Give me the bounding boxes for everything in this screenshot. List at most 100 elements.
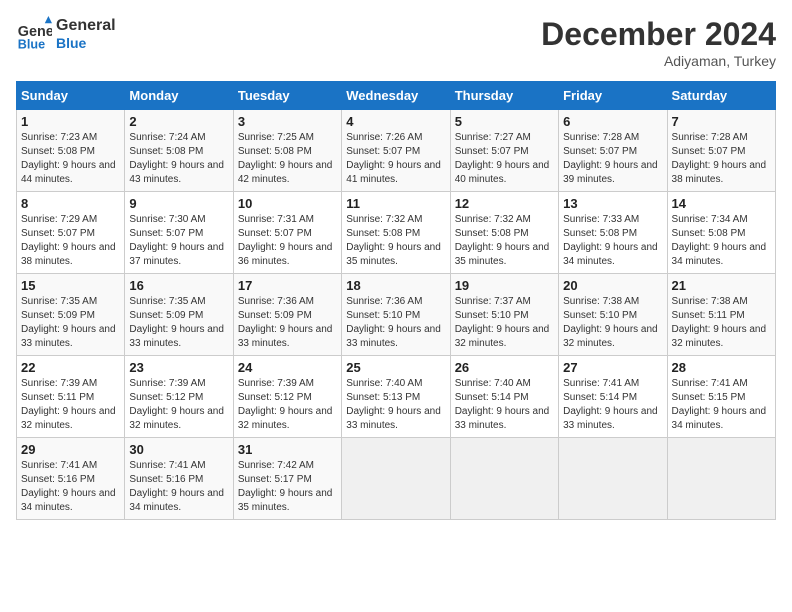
day-number: 7: [672, 114, 771, 129]
calendar-cell: 1 Sunrise: 7:23 AM Sunset: 5:08 PM Daylig…: [17, 110, 125, 192]
day-number: 25: [346, 360, 445, 375]
day-info: Sunrise: 7:37 AM Sunset: 5:10 PM Dayligh…: [455, 295, 554, 351]
weekday-header-thursday: Thursday: [450, 82, 558, 110]
calendar-cell: 30Sunrise: 7:41 AM Sunset: 5:16 PM Dayli…: [125, 438, 233, 520]
weekday-header-saturday: Saturday: [667, 82, 775, 110]
day-number: 20: [563, 278, 662, 293]
calendar-cell: [450, 438, 558, 520]
calendar-week-1: 1 Sunrise: 7:23 AM Sunset: 5:08 PM Daylig…: [17, 110, 776, 192]
calendar-cell: 13 Sunrise: 7:33 AM Sunset: 5:08 PM Dayli…: [559, 192, 667, 274]
calendar-cell: [667, 438, 775, 520]
day-number: 1: [21, 114, 120, 129]
calendar-cell: 31Sunrise: 7:42 AM Sunset: 5:17 PM Dayli…: [233, 438, 341, 520]
day-info: Sunrise: 7:42 AM Sunset: 5:17 PM Dayligh…: [238, 459, 337, 515]
calendar-cell: 17 Sunrise: 7:36 AM Sunset: 5:09 PM Dayli…: [233, 274, 341, 356]
calendar-week-4: 22Sunrise: 7:39 AM Sunset: 5:11 PM Dayli…: [17, 356, 776, 438]
day-info: Sunrise: 7:36 AM Sunset: 5:10 PM Dayligh…: [346, 295, 445, 351]
day-number: 27: [563, 360, 662, 375]
month-title: December 2024: [541, 16, 776, 53]
calendar-cell: 2 Sunrise: 7:24 AM Sunset: 5:08 PM Daylig…: [125, 110, 233, 192]
day-number: 10: [238, 196, 337, 211]
page-header: General Blue General Blue December 2024 …: [16, 16, 776, 69]
logo-icon: General Blue: [16, 16, 52, 52]
calendar-body: 1 Sunrise: 7:23 AM Sunset: 5:08 PM Daylig…: [17, 110, 776, 520]
calendar-table: SundayMondayTuesdayWednesdayThursdayFrid…: [16, 81, 776, 520]
day-info: Sunrise: 7:32 AM Sunset: 5:08 PM Dayligh…: [346, 213, 445, 269]
calendar-cell: 14 Sunrise: 7:34 AM Sunset: 5:08 PM Dayli…: [667, 192, 775, 274]
day-info: Sunrise: 7:27 AM Sunset: 5:07 PM Dayligh…: [455, 131, 554, 187]
day-info: Sunrise: 7:24 AM Sunset: 5:08 PM Dayligh…: [129, 131, 228, 187]
day-number: 21: [672, 278, 771, 293]
day-info: Sunrise: 7:25 AM Sunset: 5:08 PM Dayligh…: [238, 131, 337, 187]
calendar-cell: 15 Sunrise: 7:35 AM Sunset: 5:09 PM Dayli…: [17, 274, 125, 356]
day-info: Sunrise: 7:36 AM Sunset: 5:09 PM Dayligh…: [238, 295, 337, 351]
day-number: 14: [672, 196, 771, 211]
day-info: Sunrise: 7:35 AM Sunset: 5:09 PM Dayligh…: [21, 295, 120, 351]
calendar-header: SundayMondayTuesdayWednesdayThursdayFrid…: [17, 82, 776, 110]
svg-text:Blue: Blue: [18, 37, 45, 51]
day-info: Sunrise: 7:35 AM Sunset: 5:09 PM Dayligh…: [129, 295, 228, 351]
calendar-cell: 3 Sunrise: 7:25 AM Sunset: 5:08 PM Daylig…: [233, 110, 341, 192]
weekday-header-wednesday: Wednesday: [342, 82, 450, 110]
calendar-cell: 11 Sunrise: 7:32 AM Sunset: 5:08 PM Dayli…: [342, 192, 450, 274]
day-number: 24: [238, 360, 337, 375]
day-number: 8: [21, 196, 120, 211]
day-info: Sunrise: 7:33 AM Sunset: 5:08 PM Dayligh…: [563, 213, 662, 269]
calendar-week-3: 15 Sunrise: 7:35 AM Sunset: 5:09 PM Dayli…: [17, 274, 776, 356]
day-info: Sunrise: 7:34 AM Sunset: 5:08 PM Dayligh…: [672, 213, 771, 269]
weekday-header-monday: Monday: [125, 82, 233, 110]
calendar-cell: 29 Sunrise: 7:41 AM Sunset: 5:16 PM Dayli…: [17, 438, 125, 520]
day-number: 28: [672, 360, 771, 375]
calendar-cell: 10 Sunrise: 7:31 AM Sunset: 5:07 PM Dayli…: [233, 192, 341, 274]
day-info: Sunrise: 7:40 AM Sunset: 5:13 PM Dayligh…: [346, 377, 445, 433]
day-info: Sunrise: 7:30 AM Sunset: 5:07 PM Dayligh…: [129, 213, 228, 269]
calendar-cell: 20Sunrise: 7:38 AM Sunset: 5:10 PM Dayli…: [559, 274, 667, 356]
calendar-cell: 12Sunrise: 7:32 AM Sunset: 5:08 PM Dayli…: [450, 192, 558, 274]
day-number: 5: [455, 114, 554, 129]
day-info: Sunrise: 7:28 AM Sunset: 5:07 PM Dayligh…: [672, 131, 771, 187]
day-number: 2: [129, 114, 228, 129]
day-number: 6: [563, 114, 662, 129]
day-info: Sunrise: 7:41 AM Sunset: 5:15 PM Dayligh…: [672, 377, 771, 433]
day-info: Sunrise: 7:26 AM Sunset: 5:07 PM Dayligh…: [346, 131, 445, 187]
day-number: 15: [21, 278, 120, 293]
calendar-cell: 24 Sunrise: 7:39 AM Sunset: 5:12 PM Dayli…: [233, 356, 341, 438]
day-number: 9: [129, 196, 228, 211]
logo-text-line1: General: [56, 17, 116, 35]
day-info: Sunrise: 7:31 AM Sunset: 5:07 PM Dayligh…: [238, 213, 337, 269]
day-number: 17: [238, 278, 337, 293]
day-info: Sunrise: 7:38 AM Sunset: 5:11 PM Dayligh…: [672, 295, 771, 351]
calendar-cell: 22Sunrise: 7:39 AM Sunset: 5:11 PM Dayli…: [17, 356, 125, 438]
day-number: 30: [129, 442, 228, 457]
weekday-header-sunday: Sunday: [17, 82, 125, 110]
calendar-week-5: 29 Sunrise: 7:41 AM Sunset: 5:16 PM Dayli…: [17, 438, 776, 520]
day-info: Sunrise: 7:39 AM Sunset: 5:11 PM Dayligh…: [21, 377, 120, 433]
calendar-cell: 5 Sunrise: 7:27 AM Sunset: 5:07 PM Daylig…: [450, 110, 558, 192]
calendar-cell: 19Sunrise: 7:37 AM Sunset: 5:10 PM Dayli…: [450, 274, 558, 356]
day-info: Sunrise: 7:29 AM Sunset: 5:07 PM Dayligh…: [21, 213, 120, 269]
calendar-cell: 18 Sunrise: 7:36 AM Sunset: 5:10 PM Dayli…: [342, 274, 450, 356]
weekday-header-tuesday: Tuesday: [233, 82, 341, 110]
calendar-cell: 25 Sunrise: 7:40 AM Sunset: 5:13 PM Dayli…: [342, 356, 450, 438]
day-number: 18: [346, 278, 445, 293]
calendar-cell: [342, 438, 450, 520]
day-info: Sunrise: 7:41 AM Sunset: 5:14 PM Dayligh…: [563, 377, 662, 433]
calendar-cell: 28 Sunrise: 7:41 AM Sunset: 5:15 PM Dayli…: [667, 356, 775, 438]
day-number: 29: [21, 442, 120, 457]
day-info: Sunrise: 7:28 AM Sunset: 5:07 PM Dayligh…: [563, 131, 662, 187]
day-number: 3: [238, 114, 337, 129]
day-number: 13: [563, 196, 662, 211]
day-info: Sunrise: 7:23 AM Sunset: 5:08 PM Dayligh…: [21, 131, 120, 187]
day-number: 11: [346, 196, 445, 211]
calendar-cell: [559, 438, 667, 520]
calendar-cell: 26Sunrise: 7:40 AM Sunset: 5:14 PM Dayli…: [450, 356, 558, 438]
calendar-cell: 23Sunrise: 7:39 AM Sunset: 5:12 PM Dayli…: [125, 356, 233, 438]
logo: General Blue General Blue: [16, 16, 116, 52]
calendar-cell: 8 Sunrise: 7:29 AM Sunset: 5:07 PM Daylig…: [17, 192, 125, 274]
calendar-cell: 6 Sunrise: 7:28 AM Sunset: 5:07 PM Daylig…: [559, 110, 667, 192]
day-info: Sunrise: 7:41 AM Sunset: 5:16 PM Dayligh…: [21, 459, 120, 515]
location-subtitle: Adiyaman, Turkey: [541, 53, 776, 69]
day-number: 12: [455, 196, 554, 211]
day-info: Sunrise: 7:39 AM Sunset: 5:12 PM Dayligh…: [238, 377, 337, 433]
logo-text-line2: Blue: [56, 35, 116, 51]
